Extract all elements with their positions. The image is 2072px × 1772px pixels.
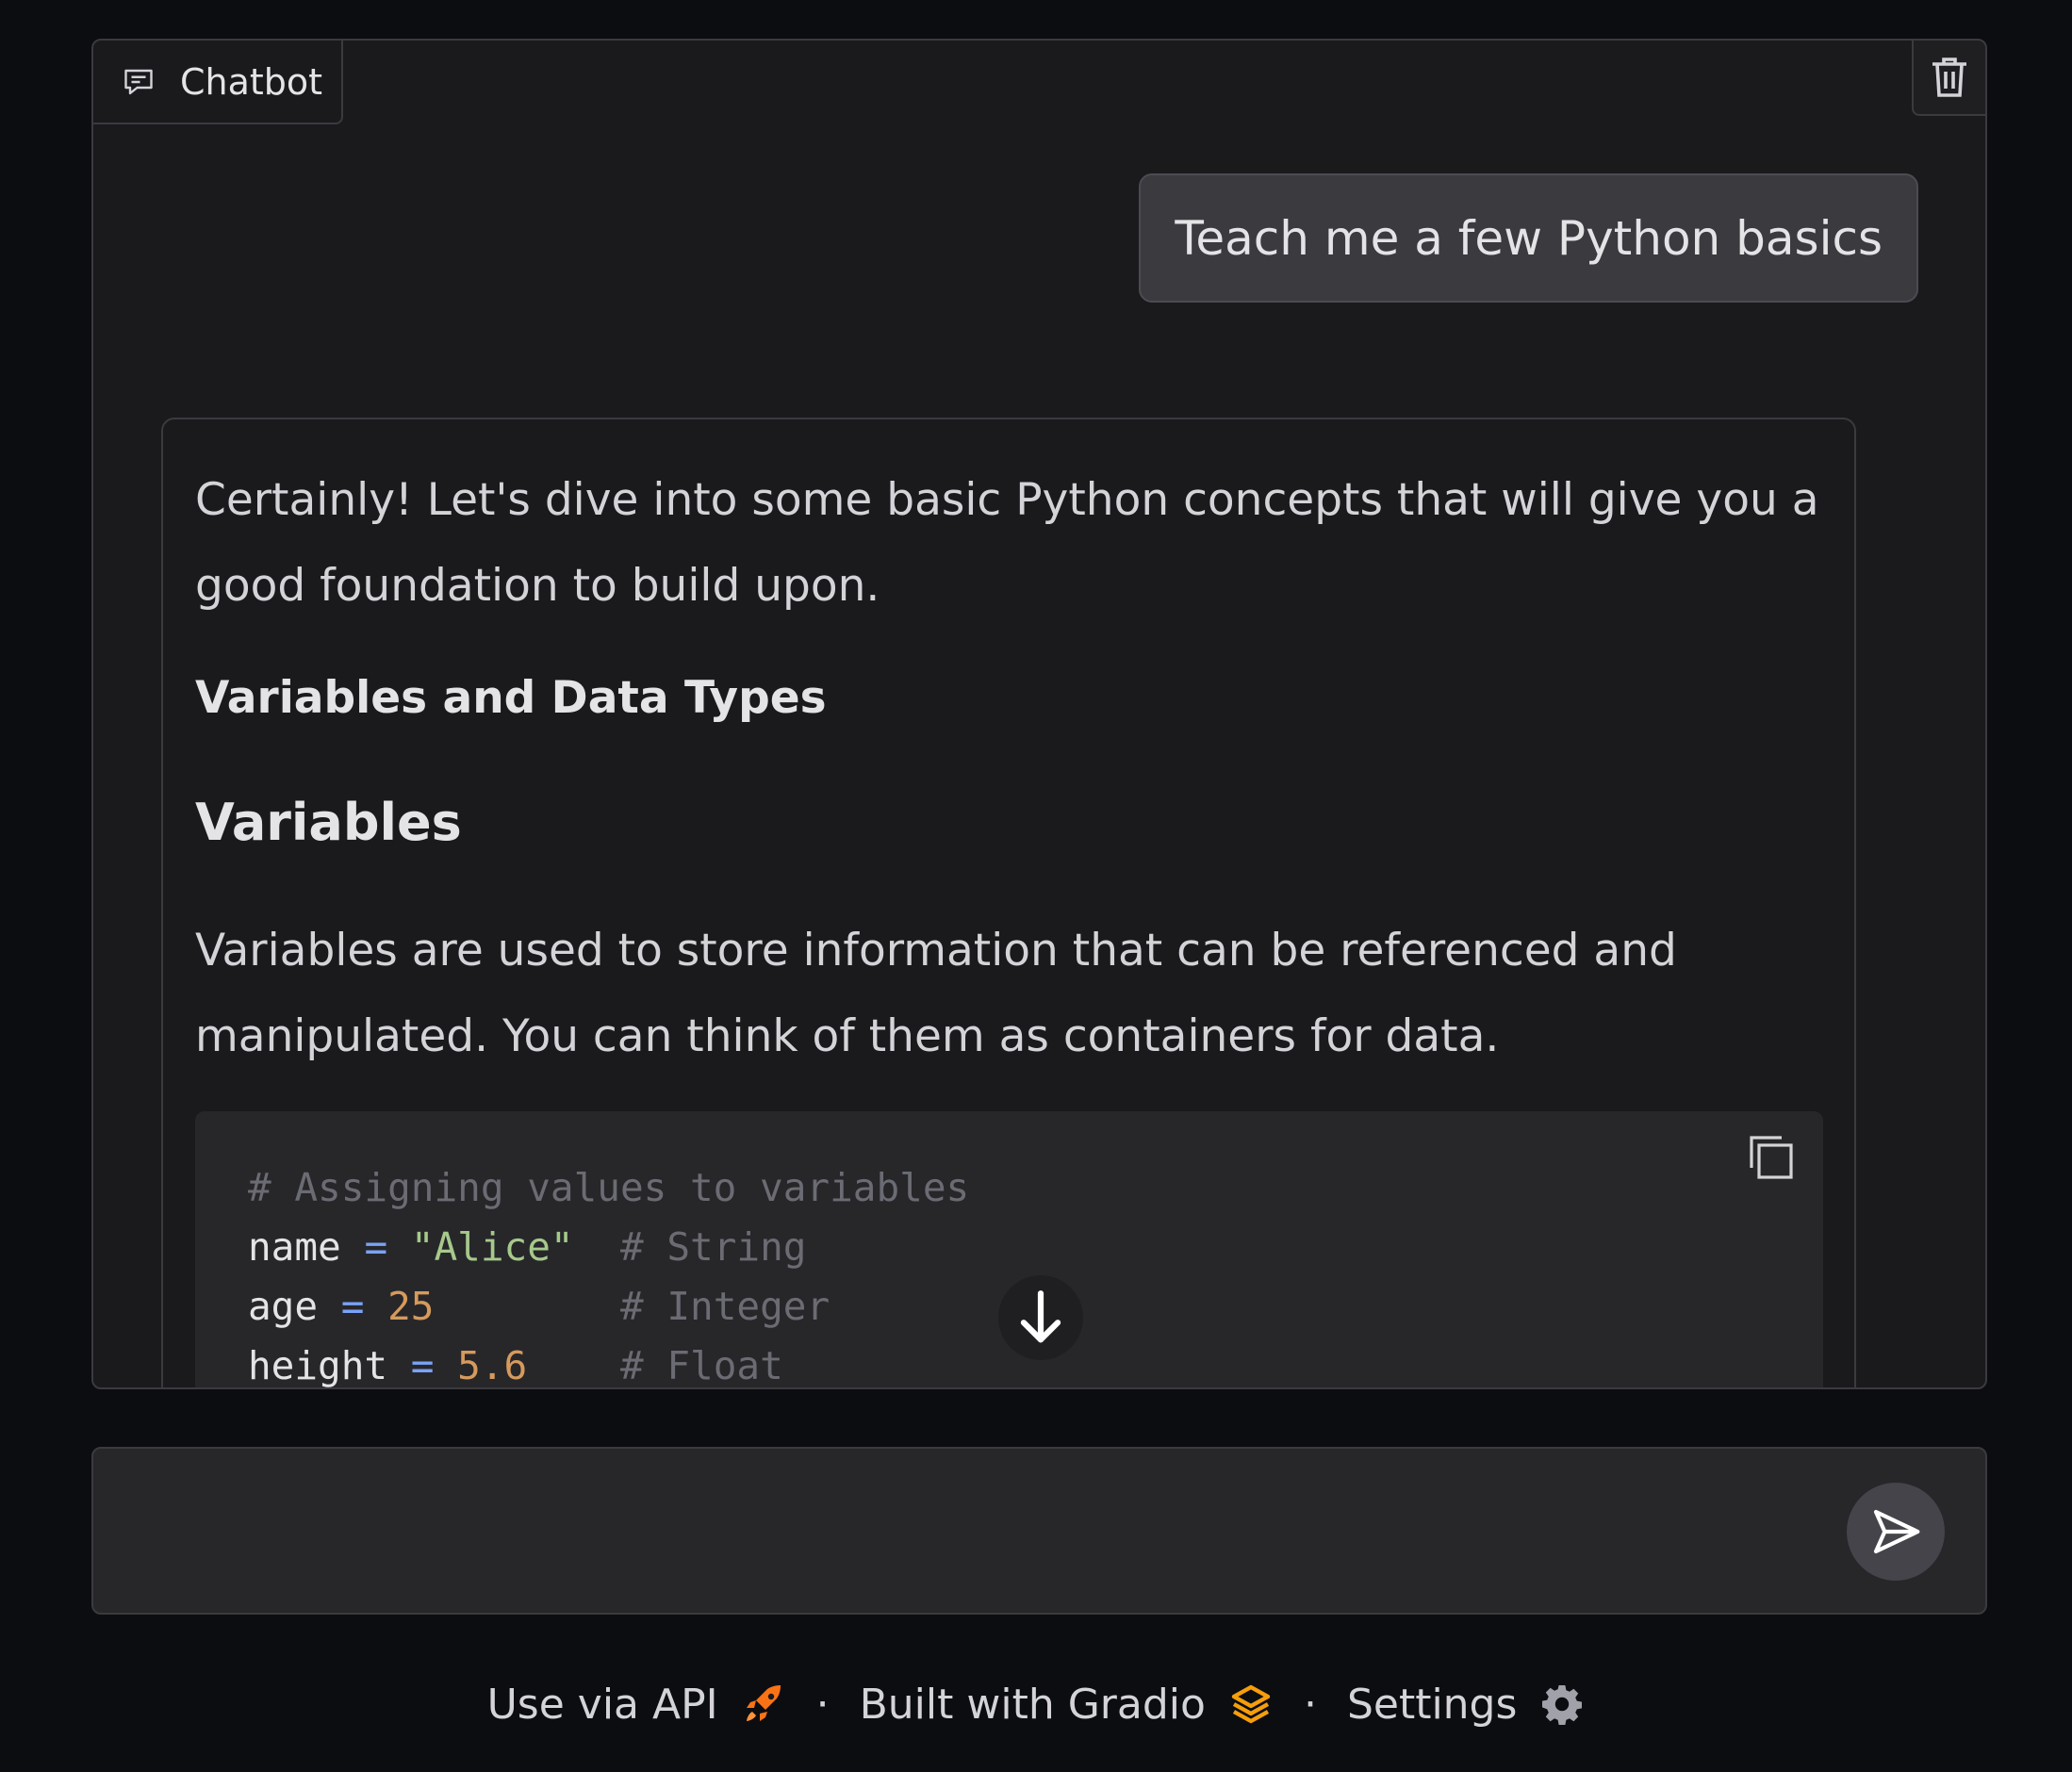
use-via-api-link[interactable]: Use via API (487, 1681, 786, 1729)
footer: Use via API · Built with Gradio · Settin… (0, 1673, 2072, 1735)
copy-code-icon[interactable] (1746, 1132, 1795, 1181)
user-message: Teach me a few Python basics (1139, 173, 1918, 303)
settings-link[interactable]: Settings (1347, 1681, 1585, 1729)
code-operator: = (410, 1343, 435, 1388)
footer-separator: · (815, 1680, 830, 1729)
code-pad (435, 1284, 620, 1329)
code-value: 5.6 (457, 1343, 528, 1388)
code-operator: = (364, 1224, 388, 1270)
settings-label: Settings (1346, 1680, 1518, 1729)
bot-variables-text: Variables are used to store information … (195, 925, 1677, 1062)
code-inline-comment: # String (619, 1224, 807, 1270)
bot-message: Certainly! Let's dive into some basic Py… (161, 418, 1856, 1388)
code-value: 25 (387, 1284, 435, 1329)
chat-bubble-icon (124, 69, 153, 94)
built-with-gradio-link[interactable]: Built with Gradio (860, 1681, 1274, 1729)
gear-icon (1542, 1685, 1583, 1725)
code-inline-comment: # Float (619, 1343, 783, 1388)
chatbot-label: Chatbot (93, 41, 343, 124)
gradio-logo-icon (1231, 1684, 1271, 1724)
use-via-api-label: Use via API (486, 1680, 718, 1729)
send-icon (1873, 1509, 1920, 1554)
bot-heading-data-types: Variables and Data Types (195, 672, 827, 724)
footer-separator: · (1303, 1680, 1317, 1729)
code-inline-comment: # Integer (619, 1284, 830, 1329)
rocket-icon (746, 1685, 781, 1721)
code-value: "Alice" (410, 1224, 574, 1270)
send-button[interactable] (1847, 1483, 1945, 1581)
clear-chat-button[interactable] (1912, 41, 1985, 116)
chatbot-label-text: Chatbot (180, 60, 323, 103)
message-input-bar (91, 1447, 1987, 1615)
built-with-gradio-label: Built with Gradio (859, 1680, 1206, 1729)
code-var-name: name (248, 1224, 341, 1270)
chatbot-panel: Chatbot Teach me a few Python basics Cer… (91, 39, 1987, 1389)
code-block: # Assigning values to variables name = "… (195, 1111, 1823, 1388)
code-pad (574, 1224, 620, 1270)
code-operator: = (340, 1284, 365, 1329)
code-var-name: age (248, 1284, 319, 1329)
code-pad (527, 1343, 620, 1387)
trash-icon (1932, 57, 1966, 97)
message-input[interactable] (131, 1486, 1850, 1579)
code-line: name = "Alice" # String (248, 1218, 1823, 1277)
code-var-name: height (248, 1343, 388, 1388)
bot-heading-variables: Variables (195, 793, 462, 852)
arrow-down-icon (1020, 1290, 1061, 1343)
bot-intro-text: Certainly! Let's dive into some basic Py… (195, 474, 1819, 612)
code-comment-line: # Assigning values to variables (248, 1165, 970, 1210)
scroll-to-bottom-button[interactable] (998, 1275, 1083, 1360)
